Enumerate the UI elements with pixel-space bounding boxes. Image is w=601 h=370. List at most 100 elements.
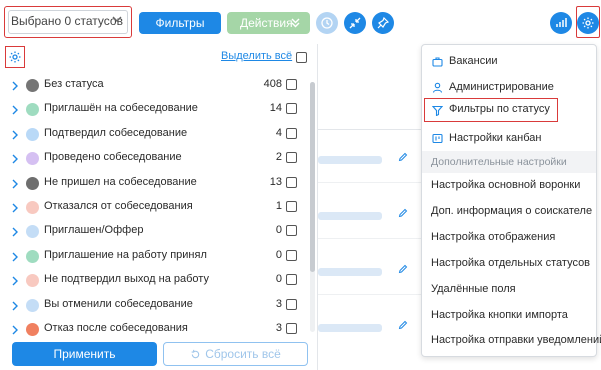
- chevron-right-icon[interactable]: [11, 301, 19, 311]
- menu-item-label: Удалённые поля: [431, 282, 516, 295]
- pencil-icon[interactable]: [398, 320, 408, 330]
- briefcase-icon: [432, 57, 443, 67]
- status-row[interactable]: Без статуса 408: [0, 76, 306, 100]
- status-row[interactable]: Отказался от собеседования 1: [0, 198, 306, 222]
- table-divider: [318, 182, 422, 183]
- status-checkbox[interactable]: [286, 249, 297, 261]
- pencil-icon[interactable]: [398, 264, 408, 274]
- status-color-dot: [26, 298, 39, 312]
- status-count: 14: [269, 102, 282, 115]
- scrollbar-thumb[interactable]: [310, 82, 315, 272]
- chevron-right-icon[interactable]: [11, 105, 19, 115]
- actions-button[interactable]: Действия: [227, 12, 310, 34]
- status-color-dot: [26, 249, 39, 263]
- status-checkbox[interactable]: [286, 79, 297, 90]
- status-color-dot: [26, 225, 39, 239]
- menu-item-label: Доп. информация о соискателе: [431, 204, 593, 217]
- status-checkbox[interactable]: [286, 274, 297, 286]
- status-row[interactable]: Не подтвердил выход на работу 0: [0, 271, 306, 295]
- menu-item[interactable]: Настройка отправки уведомлений: [422, 329, 601, 353]
- menu-item[interactable]: Администрирование: [422, 76, 596, 100]
- status-name: Отказался от собеседования: [44, 200, 193, 212]
- select-all-checkbox[interactable]: [296, 52, 307, 63]
- table-link[interactable]: [318, 268, 382, 276]
- menu-item-label: Настройка отображения: [431, 230, 556, 243]
- pencil-icon[interactable]: [398, 208, 408, 218]
- history-button[interactable]: [316, 12, 338, 34]
- status-select[interactable]: Выбрано 0 статусов: [4, 6, 132, 38]
- status-checkbox[interactable]: [286, 103, 297, 115]
- status-row[interactable]: Приглашён на собеседование 14: [0, 100, 306, 124]
- status-color-dot: [26, 176, 39, 190]
- chevron-right-icon[interactable]: [11, 179, 19, 189]
- status-row[interactable]: Подтвердил собеседование 4: [0, 125, 306, 149]
- chevron-right-icon[interactable]: [11, 325, 19, 335]
- status-name: Не пришел на собеседование: [44, 175, 197, 188]
- status-row[interactable]: Приглашен/Оффер 0: [0, 222, 306, 246]
- menu-item[interactable]: Настройка основной воронки: [422, 174, 596, 198]
- menu-item[interactable]: Настройка отображения: [422, 226, 596, 250]
- menu-item[interactable]: Настройка отдельных статусов: [422, 252, 596, 276]
- reset-button[interactable]: Сбросить всё: [163, 342, 308, 366]
- pencil-icon[interactable]: [398, 152, 408, 162]
- status-filter-panel: Выделить всё Без статуса 408 Приглашён на …: [0, 44, 318, 370]
- status-row[interactable]: Отказ после собеседования 3: [0, 320, 306, 338]
- status-name: Не подтвердил выход на работу: [44, 273, 209, 286]
- status-checkbox[interactable]: [286, 225, 297, 237]
- collapse-button[interactable]: [344, 12, 366, 34]
- status-row[interactable]: Приглашение на работу принял 0: [0, 247, 306, 271]
- status-name: Подтвердил собеседование: [44, 126, 188, 139]
- table-link[interactable]: [318, 156, 382, 164]
- top-toolbar: Выбрано 0 статусов Фильтры Действия: [0, 0, 601, 44]
- status-count: 0: [275, 224, 282, 237]
- menu-item[interactable]: Настройки канбан: [422, 127, 596, 151]
- gear-icon: [582, 17, 594, 29]
- chevron-right-icon[interactable]: [11, 154, 19, 164]
- pin-button[interactable]: [372, 12, 394, 34]
- status-color-dot: [26, 79, 39, 92]
- status-count: 1: [275, 200, 282, 212]
- status-row[interactable]: Не пришел на собеседование 13: [0, 174, 306, 198]
- status-checkbox[interactable]: [286, 323, 297, 334]
- chevron-right-icon[interactable]: [11, 130, 19, 140]
- status-count: 3: [275, 322, 282, 334]
- status-count: 3: [275, 297, 282, 310]
- panel-settings-button[interactable]: [5, 46, 25, 68]
- settings-button[interactable]: [577, 12, 599, 34]
- status-count: 408: [263, 78, 282, 90]
- table-link[interactable]: [318, 212, 382, 220]
- menu-item[interactable]: Доп. информация о соискателе: [422, 200, 596, 224]
- select-all-link[interactable]: Выделить всё: [221, 50, 292, 62]
- status-checkbox[interactable]: [286, 201, 297, 212]
- filters-button[interactable]: Фильтры: [139, 12, 221, 34]
- status-count: 2: [275, 151, 282, 164]
- table-link[interactable]: [318, 324, 382, 332]
- chevron-right-icon[interactable]: [11, 276, 19, 286]
- menu-item-label: Настройка кнопки импорта: [431, 308, 568, 321]
- user-icon: [432, 82, 443, 93]
- status-row[interactable]: Вы отменили собеседование 3: [0, 296, 306, 320]
- menu-item[interactable]: Удалённые поля: [422, 278, 596, 302]
- menu-item[interactable]: Вакансии: [422, 50, 596, 74]
- chevron-right-icon[interactable]: [11, 227, 19, 237]
- apply-button[interactable]: Применить: [12, 342, 157, 366]
- menu-item[interactable]: Настройка кнопки импорта: [422, 304, 596, 328]
- status-name: Приглашение на работу принял: [44, 248, 207, 261]
- chevron-right-icon[interactable]: [11, 203, 19, 213]
- status-row[interactable]: Проведено собеседование 2: [0, 149, 306, 173]
- menu-item-label: Настройка отдельных статусов: [431, 256, 591, 269]
- status-checkbox[interactable]: [286, 176, 297, 188]
- kanban-icon: [432, 133, 443, 144]
- status-checkbox[interactable]: [286, 298, 297, 310]
- stats-button[interactable]: [550, 12, 572, 34]
- status-checkbox[interactable]: [286, 152, 297, 164]
- menu-item[interactable]: Фильтры по статусу: [424, 98, 558, 122]
- status-checkbox[interactable]: [286, 127, 297, 139]
- chevron-right-icon[interactable]: [11, 81, 19, 91]
- settings-menu: Вакансии Администрирование Фильтры по стат…: [421, 44, 601, 357]
- scrollbar[interactable]: [310, 82, 315, 332]
- pin-icon: [377, 16, 390, 29]
- menu-section-header: Дополнительные настройки: [422, 151, 596, 173]
- chevron-right-icon[interactable]: [11, 252, 19, 262]
- actions-button-label: Действия: [240, 16, 293, 30]
